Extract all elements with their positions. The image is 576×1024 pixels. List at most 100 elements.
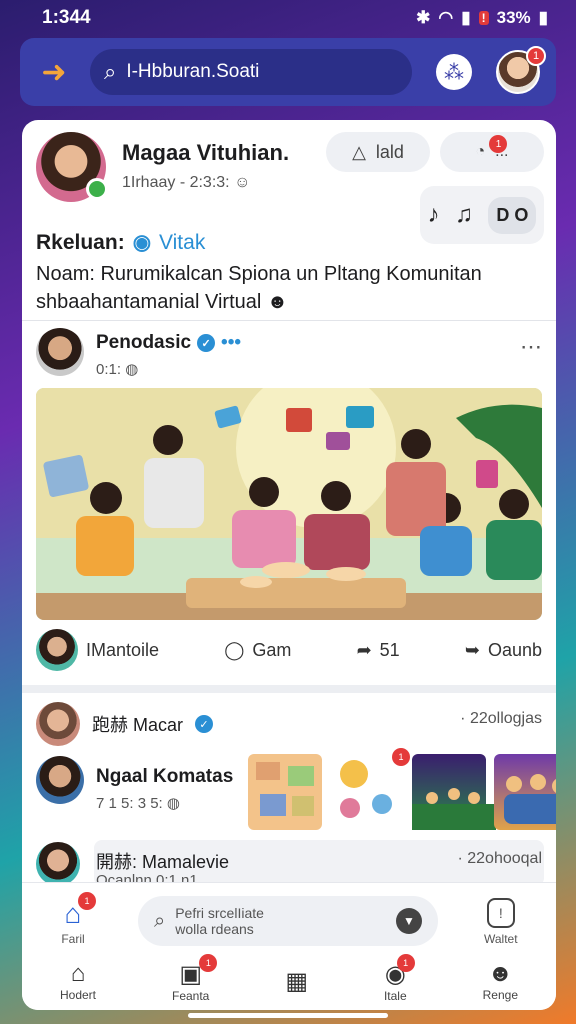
emoji-icon: ☺ [234, 174, 251, 191]
battery-level: 33% [496, 8, 531, 27]
media-thumbnails: 1 [248, 748, 556, 830]
divider [22, 320, 556, 321]
nav-item-label: Feanta [171, 988, 210, 1003]
avatar [36, 842, 80, 886]
thumbnail[interactable] [494, 754, 556, 830]
nav-item-chat[interactable]: ◉ 1 Itale [383, 953, 415, 1003]
subpost-timestamp: 0:1: ◍ [96, 360, 138, 378]
home-indicator[interactable] [188, 1013, 388, 1018]
bottom-navigation: ⌂ Hodert ▣ 1 Feanta ▦ ◉ 1 Itale ☻ Renge [22, 952, 556, 1010]
avatar [36, 629, 78, 671]
nav-item-grid[interactable]: ▦ [285, 967, 308, 996]
like-button[interactable]: △ lald [326, 132, 430, 172]
post-body: Noam: Rurumikalcan Spiona un Pltang Komu… [36, 260, 536, 316]
nav-item-feed[interactable]: ▣ 1 Feanta [171, 953, 218, 1003]
post-title-text: Rkeluan: [36, 230, 125, 254]
share-button[interactable]: ➦ 51 [357, 640, 400, 661]
media-controls: ♪ ♫ D O [420, 186, 544, 244]
send-button[interactable]: ➥ Oaunb [465, 640, 542, 661]
thumbnail[interactable] [412, 754, 496, 830]
like-label: lald [375, 141, 404, 162]
feed-item-avatar[interactable] [36, 842, 80, 886]
home-icon: ⌂ 1 [58, 892, 96, 930]
more-options-icon[interactable]: ⋯ [520, 334, 542, 360]
nav-feed-button[interactable]: ⌂ 1 Faril [58, 892, 96, 946]
nav-item-profile[interactable]: ☻ Renge [483, 960, 518, 1002]
post-body-line: shbaahantamanial Virtual ☻ [36, 288, 536, 316]
comment-button[interactable]: ◯ Gam [224, 640, 291, 661]
feed-item-time-text: 7 1 5: 3 5: [96, 795, 163, 812]
subpost-avatar[interactable] [36, 328, 84, 376]
post-image[interactable] [36, 388, 542, 620]
wifi-icon: ◠ [438, 8, 454, 27]
thumbnail[interactable] [248, 754, 322, 830]
app-logo-icon[interactable]: ➜ [34, 52, 74, 92]
emoji-icon: ☻ [266, 291, 288, 313]
feed-item-name: 跑赫 Macar [92, 715, 184, 735]
bluetooth-icon: ✱ [416, 8, 431, 27]
search-icon: ⌕ [154, 909, 166, 932]
feed-item-avatar[interactable] [36, 756, 84, 804]
status-icons: ✱ ◠ ▮ ! 33% ▮ [416, 8, 548, 28]
post-body-text: shbaahantamanial Virtual [36, 291, 262, 313]
post-timestamp: 1Irhaay - 2:3:3: ☺ [122, 174, 250, 192]
share-icon: ➦ [356, 639, 372, 660]
status-bar: 1:344 ✱ ◠ ▮ ! 33% ▮ [0, 0, 576, 36]
party-thumbnail [412, 788, 496, 830]
dots-icon: ••• [221, 332, 242, 353]
board-game-thumbnail [256, 762, 314, 816]
feed-item[interactable]: 跑赫 Macar ✓ [36, 702, 214, 746]
nav-feed-label: Faril [61, 932, 85, 946]
avatar [36, 328, 84, 376]
share-count: 51 [379, 639, 400, 660]
nav-item-label: Itale [383, 988, 407, 1003]
feed-card: Magaa Vituhian. 1Irhaay - 2:3:3: ☺ △ lal… [22, 120, 556, 1010]
notification-badge: 1 [526, 46, 546, 66]
filter-icon[interactable]: ▼ [396, 908, 422, 934]
nav-search-bar[interactable]: ⌕ Pefri srcelIiate wolla rdeans ▼ [138, 896, 438, 946]
avatar [36, 702, 80, 746]
nav-item-home[interactable]: ⌂ Hodert [60, 960, 96, 1002]
feed-item-name: 開赫: Mamalevie [96, 852, 230, 872]
thumbnail[interactable]: 1 [330, 748, 410, 830]
status-time: 1:344 [42, 7, 91, 28]
react-button[interactable]: IMantoile [36, 629, 159, 671]
chat-bubble-icon: ◉ [132, 231, 152, 254]
media-active-button[interactable]: D O [488, 196, 537, 234]
wallet-icon: ! [486, 898, 515, 928]
nav-badge: 1 [396, 953, 415, 972]
music-note-icon[interactable]: ♪ [428, 201, 440, 229]
search-bar[interactable]: ⌕ I-Hbburan.Soati [90, 49, 412, 95]
online-status-icon [86, 178, 108, 200]
post-title-tag[interactable]: Vitak [159, 231, 205, 255]
emoji-thumbnail [340, 760, 392, 818]
home-icon: ⌂ [70, 960, 86, 987]
thumbs-up-icon: △ [352, 141, 366, 162]
globe-icon: ◍ [166, 795, 180, 812]
post-author-name[interactable]: Magaa Vituhian. [122, 140, 289, 166]
timer-icon: ◔ 1 [475, 135, 508, 161]
battery-icon: ▮ [538, 8, 548, 27]
nav-wallet-button[interactable]: ! Waltet [484, 898, 518, 946]
globe-icon: ◍ [125, 361, 139, 378]
post-title: Rkeluan: ◉ Vitak [36, 230, 205, 255]
community-gathering-illustration [36, 388, 542, 620]
search-icon: ⌕ [104, 59, 117, 84]
more-options-button[interactable]: ◔1 ... [440, 132, 544, 172]
feed-item-name[interactable]: Ngaal Komatas [96, 766, 233, 788]
feed-item-time: · 22ohooqal [457, 850, 542, 867]
music-note-alt-icon[interactable]: ♫ [455, 201, 473, 229]
subpost-author[interactable]: Penodasic ✓ ••• [96, 332, 241, 354]
nav-badge: 1 [78, 892, 96, 910]
nav-badge: 1 [199, 953, 218, 972]
post-author-avatar[interactable] [36, 132, 108, 202]
community-icon[interactable]: ⁂ [436, 54, 472, 90]
profile-avatar-button[interactable]: 1 [496, 46, 546, 94]
comment-label: Gam [252, 639, 292, 660]
battery-alert-icon: ! [478, 11, 489, 25]
react-label: IMantoile [86, 639, 160, 660]
nav-wallet-label: Waltet [484, 932, 518, 946]
profile-icon: ☻ [487, 960, 513, 987]
verified-icon: ✓ [195, 715, 214, 733]
avatar [36, 132, 108, 202]
